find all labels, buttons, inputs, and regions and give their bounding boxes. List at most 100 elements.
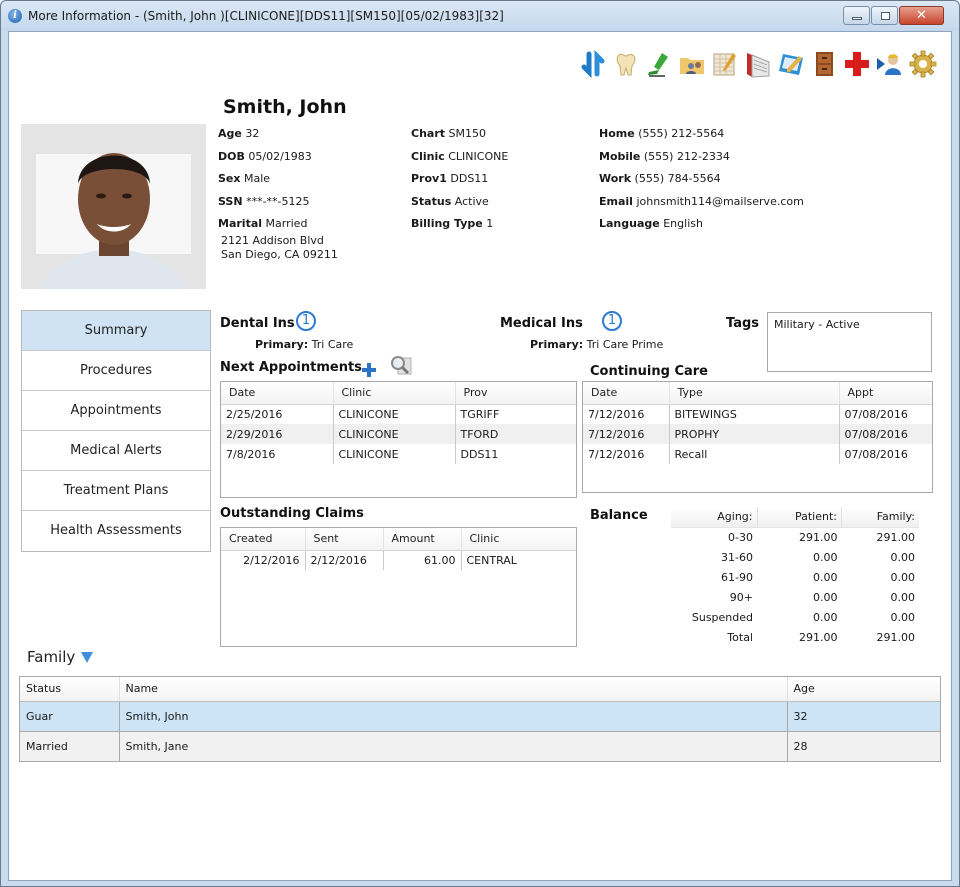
- cell: 291.00: [798, 630, 838, 644]
- nav-item-procedures[interactable]: Procedures: [22, 351, 210, 391]
- medical-ins-count-badge[interactable]: 1: [602, 311, 622, 331]
- cell: 0-30: [728, 530, 753, 544]
- cell: CLINICONE: [333, 404, 456, 424]
- patient-demographics: Age 32 DOB 05/02/1983 Sex Male SSN ***-*…: [218, 123, 312, 236]
- cell: 07/08/2016: [839, 424, 932, 444]
- medical-ins-heading: Medical Ins: [500, 316, 583, 331]
- email-field: Email johnsmith114@mailserve.com: [599, 191, 804, 214]
- add-appointment-icon[interactable]: [361, 362, 377, 378]
- prov1-value: DDS11: [450, 172, 489, 185]
- nav-item-health-assessments[interactable]: Health Assessments: [22, 511, 210, 551]
- table-row[interactable]: 7/12/2016 BITEWINGS 07/08/2016: [583, 404, 932, 424]
- balance-row: Total 291.00 291.00: [671, 627, 919, 647]
- continuing-care-heading: Continuing Care: [590, 364, 708, 379]
- mobile-phone-label: Mobile: [599, 149, 641, 163]
- prov1-label: Prov1: [411, 172, 447, 185]
- clinic-label: Clinic: [411, 149, 445, 163]
- status-label: Status: [411, 194, 452, 208]
- cell: Total: [727, 630, 753, 644]
- column-header-prov[interactable]: Prov: [455, 382, 576, 405]
- table-row[interactable]: 7/12/2016 Recall 07/08/2016: [583, 444, 932, 464]
- cell: 2/29/2016: [221, 424, 334, 444]
- dental-chair-icon: [647, 53, 668, 77]
- column-header-created[interactable]: Created: [221, 528, 306, 551]
- nav-item-appointments[interactable]: Appointments: [22, 391, 210, 431]
- table-row[interactable]: 2/12/2016 2/12/2016 61.00 CENTRAL: [221, 550, 576, 570]
- column-header-age[interactable]: Age: [787, 677, 940, 702]
- cell: Recall: [669, 444, 840, 464]
- family-row[interactable]: Married Smith, Jane 28: [20, 731, 940, 761]
- dental-chair-button[interactable]: [644, 48, 673, 80]
- column-header-clinic[interactable]: Clinic: [461, 528, 576, 551]
- column-header-date[interactable]: Date: [221, 382, 334, 405]
- settings-button[interactable]: [908, 48, 937, 80]
- table-row[interactable]: 2/29/2016 CLINICONE TFORD: [221, 424, 576, 444]
- edit-notes-button[interactable]: [776, 48, 805, 80]
- patient-name: Smith, John: [223, 96, 347, 118]
- cell: 28: [787, 731, 940, 761]
- table-row[interactable]: 7/12/2016 PROPHY 07/08/2016: [583, 424, 932, 444]
- cell: 291.00: [876, 530, 916, 544]
- cell: 7/12/2016: [583, 444, 670, 464]
- cell: 2/12/2016: [221, 550, 306, 570]
- column-header-appt[interactable]: Appt: [839, 382, 932, 405]
- cell: 0.00: [890, 610, 916, 624]
- family-folder-button[interactable]: [677, 48, 706, 80]
- next-appointments-heading: Next Appointments: [220, 360, 362, 375]
- cell: 0.00: [812, 570, 838, 584]
- cell: CLINICONE: [333, 424, 456, 444]
- nav-item-treatment-plans[interactable]: Treatment Plans: [22, 471, 210, 511]
- file-cabinet-button[interactable]: [809, 48, 838, 80]
- column-header-name[interactable]: Name: [119, 677, 788, 702]
- edit-notes-icon: [778, 54, 803, 75]
- cell: CLINICONE: [333, 444, 456, 464]
- refresh-button[interactable]: [578, 48, 607, 80]
- column-header-amount[interactable]: Amount: [383, 528, 462, 551]
- cell: 32: [787, 701, 940, 732]
- nav-item-medical-alerts[interactable]: Medical Alerts: [22, 431, 210, 471]
- cell: 90+: [729, 590, 753, 604]
- book-icon: [746, 53, 769, 78]
- nav-item-summary[interactable]: Summary: [22, 311, 210, 351]
- patient-select-button[interactable]: [875, 48, 904, 80]
- app-window: i More Information - (Smith, John )[CLIN…: [0, 0, 960, 887]
- age-field: Age 32: [218, 123, 312, 146]
- medical-button[interactable]: [842, 48, 871, 80]
- medical-primary-value: Tri Care Prime: [586, 338, 664, 351]
- cell: Suspended: [691, 610, 753, 624]
- table-row[interactable]: 7/8/2016 CLINICONE DDS11: [221, 444, 576, 464]
- close-button[interactable]: ✕: [899, 6, 944, 25]
- prov1-field: Prov1 DDS11: [411, 168, 508, 191]
- maximize-button[interactable]: [871, 6, 898, 25]
- column-header-status[interactable]: Status: [20, 677, 120, 702]
- tags-box[interactable]: Military - Active: [767, 312, 932, 372]
- minimize-button[interactable]: [843, 6, 870, 25]
- column-header-clinic[interactable]: Clinic: [333, 382, 456, 405]
- patient-photo: [21, 124, 206, 289]
- book-button[interactable]: [743, 48, 772, 80]
- dob-value: 05/02/1983: [248, 149, 312, 163]
- family-row[interactable]: Guar Smith, John 32: [20, 701, 940, 732]
- cell: 7/8/2016: [221, 444, 334, 464]
- language-field: Language English: [599, 213, 804, 236]
- column-header-type[interactable]: Type: [669, 382, 840, 405]
- title-bar[interactable]: i More Information - (Smith, John )[CLIN…: [1, 1, 959, 31]
- column-header-date[interactable]: Date: [583, 382, 670, 405]
- ssn-value: ***-**-5125: [246, 194, 310, 208]
- ledger-button[interactable]: [710, 48, 739, 80]
- search-appointment-icon[interactable]: [390, 354, 412, 376]
- table-row[interactable]: 2/25/2016 CLINICONE TGRIFF: [221, 404, 576, 424]
- cell: Smith, John: [119, 701, 788, 732]
- cell: 0.00: [812, 590, 838, 604]
- cell: 07/08/2016: [844, 447, 908, 461]
- family-toggle[interactable]: Family: [27, 648, 94, 666]
- dental-ins-count-badge[interactable]: 1: [296, 311, 316, 331]
- medical-cross-icon: [844, 52, 869, 76]
- cell: Smith, Jane: [119, 731, 788, 761]
- cell: 07/08/2016: [844, 407, 908, 421]
- mobile-phone-field: Mobile (555) 212-2334: [599, 146, 804, 169]
- cell: 0.00: [890, 570, 916, 584]
- marital-value: Married: [265, 217, 308, 230]
- tooth-chart-button[interactable]: [611, 48, 640, 80]
- column-header-sent[interactable]: Sent: [305, 528, 384, 551]
